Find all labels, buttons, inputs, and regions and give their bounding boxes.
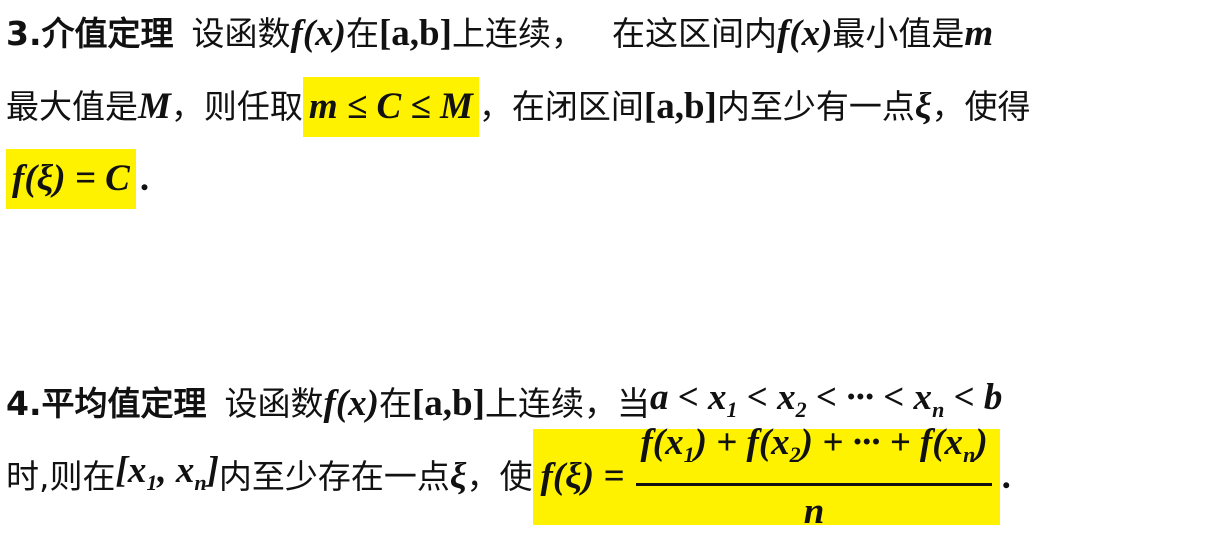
math-M: M — [138, 86, 171, 127]
subscript: 2 — [789, 441, 801, 467]
text: 设函数 — [191, 14, 291, 53]
text: 上连续， — [451, 14, 584, 53]
math-interval: [a,b] — [378, 13, 452, 54]
math-part: < x — [737, 377, 796, 418]
text: 内至少存在一点 — [218, 457, 450, 496]
math-interval: [a,b] — [643, 86, 717, 127]
math-m: m — [964, 13, 994, 54]
text: 在 — [378, 384, 412, 423]
math-xi: ξ — [449, 456, 467, 497]
subscript: 1 — [683, 441, 695, 467]
section3-line3: f(ξ) = C . — [6, 149, 149, 209]
math-part: ) + ··· + f(x — [800, 421, 964, 463]
text: ，使得 — [931, 87, 1031, 126]
math-interval: [a,b] — [411, 383, 485, 424]
math-part: ] — [206, 450, 219, 491]
math-part: f(x — [640, 421, 684, 463]
math-interval-x: [x1, xn] — [116, 447, 219, 507]
subscript: n — [194, 470, 207, 495]
formula-lhs: f(ξ) = — [540, 456, 625, 497]
section3-line2: 最大值是 M ，则任取 m ≤ C ≤ M ，在闭区间 [a,b] 内至少有一点… — [6, 77, 1031, 137]
subscript: n — [963, 441, 976, 467]
highlighted-mean-formula: f(ξ) = f(x1) + f(x2) + ··· + f(xn) n — [532, 422, 1000, 532]
text: ，在闭区间 — [478, 87, 644, 126]
period: . — [139, 158, 150, 199]
math-part: < b — [944, 377, 1003, 418]
section4-title: 4.平均值定理 — [6, 384, 207, 423]
period: . — [1001, 456, 1011, 497]
text: 内至少有一点 — [716, 87, 915, 126]
math-xi: ξ — [914, 86, 932, 127]
math-part: ) + f(x — [694, 421, 790, 463]
text: 最小值是 — [832, 14, 965, 53]
math-part: ) — [975, 421, 988, 463]
math-fx: f(x) — [290, 13, 346, 54]
section4-line2: 时,则在 [x1, xn] 内至少存在一点 ξ ，使 f(ξ) = f(x1) … — [6, 422, 1011, 532]
math-fx: f(x) — [323, 383, 379, 424]
section3-line1: 3.介值定理 设函数 f(x) 在 [a,b] 上连续， 在这区间内 f(x) … — [6, 10, 993, 58]
fraction: f(x1) + f(x2) + ··· + f(xn) n — [636, 419, 992, 536]
fraction-numerator: f(x1) + f(x2) + ··· + f(xn) — [636, 419, 991, 483]
math-part: < ··· < x — [806, 377, 933, 418]
text: ，则任取 — [170, 87, 303, 126]
math-part: [x — [115, 450, 147, 491]
text: 时,则在 — [6, 457, 116, 496]
text: 最大值是 — [6, 87, 138, 126]
section3-title: 3.介值定理 — [6, 14, 174, 53]
text: 在这区间内 — [611, 14, 777, 53]
subscript: 1 — [146, 470, 158, 495]
text: 设函数 — [224, 384, 324, 423]
text: 在 — [345, 14, 379, 53]
text: 上连续，当 — [484, 384, 650, 423]
highlighted-condition: m ≤ C ≤ M — [302, 77, 479, 137]
text: ，使 — [466, 457, 533, 496]
math-part: a < x — [649, 377, 727, 418]
highlighted-result: f(ξ) = C — [6, 149, 136, 209]
math-part: , x — [157, 450, 195, 491]
fraction-denominator: n — [803, 490, 825, 532]
math-fx2: f(x) — [776, 13, 833, 54]
